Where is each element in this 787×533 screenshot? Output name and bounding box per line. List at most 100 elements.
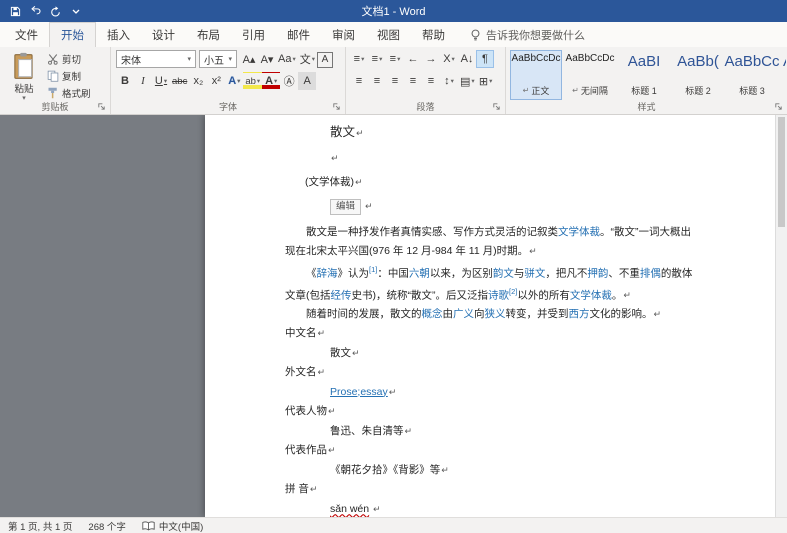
align-center-button[interactable]: ≡ bbox=[368, 72, 386, 90]
borders-button[interactable]: ⊞ bbox=[477, 72, 495, 90]
doc-link[interactable]: 韵文 bbox=[493, 267, 514, 279]
tab-design[interactable]: 设计 bbox=[141, 22, 186, 47]
scrollbar-thumb[interactable] bbox=[778, 117, 785, 227]
style-preview: AaBbCcDc bbox=[512, 53, 561, 65]
undo-button[interactable] bbox=[26, 3, 45, 20]
doc-link[interactable]: 文学体裁 bbox=[570, 289, 612, 301]
doc-line: 鲁迅、朱自清等↵ bbox=[285, 422, 695, 442]
doc-link[interactable]: 经传 bbox=[331, 289, 352, 301]
doc-text: 以外的所有 bbox=[517, 289, 570, 301]
ribbon: 粘贴 剪切复制格式刷 剪贴板 宋体 小五 A▴A▾Aa文A BIUabcx₂x²… bbox=[0, 47, 787, 115]
clipboard-dialog-launcher[interactable] bbox=[97, 102, 107, 112]
tab-insert[interactable]: 插入 bbox=[96, 22, 141, 47]
tab-references[interactable]: 引用 bbox=[231, 22, 276, 47]
repeat-button[interactable] bbox=[46, 3, 65, 20]
bold-button[interactable]: B bbox=[116, 72, 134, 90]
multilevel-list-button[interactable]: ≡ bbox=[386, 50, 404, 68]
tab-home[interactable]: 开始 bbox=[49, 22, 96, 47]
doc-link[interactable]: 排偶 bbox=[640, 267, 661, 279]
bullets-button[interactable]: ≡ bbox=[350, 50, 368, 68]
paragraph-dialog-launcher[interactable] bbox=[492, 102, 502, 112]
style-normal[interactable]: AaBbCcDc↵正文 bbox=[510, 50, 562, 100]
cut-button[interactable]: 剪切 bbox=[47, 51, 91, 66]
tab-view[interactable]: 视图 bbox=[366, 22, 411, 47]
doc-line: 随着时间的发展，散文的概念由广义向狭义转变，并受到西方文化的影响。↵ bbox=[285, 305, 695, 324]
font-name-combobox[interactable]: 宋体 bbox=[116, 50, 196, 68]
edit-button[interactable]: 编辑 bbox=[330, 199, 361, 215]
doc-link[interactable]: 狭义 bbox=[485, 308, 506, 320]
doc-link[interactable]: Prose;essay bbox=[330, 386, 388, 398]
phonetic-guide-button[interactable]: 文 bbox=[298, 50, 317, 68]
change-case-button[interactable]: Aa bbox=[276, 50, 298, 68]
doc-link[interactable]: 骈文 bbox=[524, 267, 545, 279]
style-heading2[interactable]: AaBb(标题 2 bbox=[672, 50, 724, 100]
shading-button[interactable]: ▤ bbox=[458, 72, 477, 90]
pilcrow-mark: ↵ bbox=[653, 309, 662, 319]
save-button[interactable] bbox=[6, 3, 25, 20]
word-count[interactable]: 268 个字 bbox=[88, 519, 126, 533]
line-spacing-button[interactable]: ↕ bbox=[440, 72, 458, 90]
clipboard-icon bbox=[13, 52, 35, 80]
show-marks-button[interactable]: ¶ bbox=[476, 50, 494, 68]
font-dialog-launcher[interactable] bbox=[332, 102, 342, 112]
paste-button[interactable]: 粘贴 bbox=[5, 50, 43, 103]
tell-me-box[interactable]: 告诉我你想要做什么 bbox=[470, 22, 585, 47]
superscript-button[interactable]: x² bbox=[207, 72, 225, 90]
sort-button[interactable]: A↓ bbox=[458, 50, 476, 68]
doc-link[interactable]: 六朝 bbox=[409, 267, 430, 279]
copy-button-label: 复制 bbox=[62, 69, 81, 83]
increase-indent-button[interactable]: → bbox=[422, 50, 440, 68]
align-left-button[interactable]: ≡ bbox=[350, 72, 368, 90]
style-heading3[interactable]: AaBbCc标题 3 bbox=[726, 50, 778, 100]
style-preview: AaBb( bbox=[677, 53, 719, 70]
doc-link[interactable]: 西方 bbox=[569, 308, 590, 320]
document-page[interactable]: 散文↵↵(文学体裁)↵编辑↵散文是一种抒发作者真情实感、写作方式灵活的记叙类文学… bbox=[205, 115, 775, 517]
vertical-scrollbar[interactable] bbox=[775, 115, 787, 517]
subscript-button[interactable]: x₂ bbox=[189, 72, 207, 90]
asian-layout-button[interactable]: X bbox=[440, 50, 458, 68]
tab-review[interactable]: 审阅 bbox=[321, 22, 366, 47]
justify-button[interactable]: ≡ bbox=[404, 72, 422, 90]
tab-file[interactable]: 文件 bbox=[4, 22, 49, 47]
qat-customize-button[interactable] bbox=[66, 3, 85, 20]
style-partial[interactable]: A bbox=[780, 50, 786, 100]
underline-button[interactable]: U bbox=[152, 72, 170, 90]
align-right-button[interactable]: ≡ bbox=[386, 72, 404, 90]
style-no-spacing[interactable]: AaBbCcDc↵无间隔 bbox=[564, 50, 616, 100]
language-indicator[interactable]: 中文(中国) bbox=[142, 519, 203, 533]
text-effects-button[interactable]: A bbox=[225, 72, 243, 90]
distribute-button[interactable]: ≡ bbox=[422, 72, 440, 90]
decrease-indent-button[interactable]: ← bbox=[404, 50, 422, 68]
undo-icon bbox=[30, 6, 42, 16]
grow-font-button[interactable]: A▴ bbox=[240, 50, 258, 68]
character-border-button[interactable]: A bbox=[317, 52, 333, 68]
tab-help[interactable]: 帮助 bbox=[411, 22, 456, 47]
strikethrough-button[interactable]: abc bbox=[170, 72, 189, 90]
numbering-button[interactable]: ≡ bbox=[368, 50, 386, 68]
doc-link[interactable]: 文学体裁 bbox=[558, 226, 600, 238]
doc-link[interactable]: 诗歌 bbox=[488, 289, 509, 301]
doc-text: 中文名 bbox=[285, 327, 317, 339]
format-painter-button[interactable]: 格式刷 bbox=[47, 85, 91, 100]
tab-layout[interactable]: 布局 bbox=[186, 22, 231, 47]
font-size-combobox[interactable]: 小五 bbox=[199, 50, 237, 68]
text-highlight-button[interactable]: ab bbox=[243, 72, 262, 90]
tab-mailings[interactable]: 邮件 bbox=[276, 22, 321, 47]
style-label: ↵无间隔 bbox=[572, 84, 608, 97]
doc-line: 散文↵ bbox=[285, 344, 695, 364]
styles-dialog-launcher[interactable] bbox=[774, 102, 784, 112]
doc-link[interactable]: 概念 bbox=[422, 308, 443, 320]
enclose-character-button[interactable]: Ⓐ bbox=[280, 72, 298, 90]
doc-link[interactable]: 辞海 bbox=[317, 267, 338, 279]
page-indicator[interactable]: 第 1 页, 共 1 页 bbox=[8, 519, 72, 533]
doc-link[interactable]: 押韵 bbox=[587, 267, 608, 279]
italic-button[interactable]: I bbox=[134, 72, 152, 90]
doc-link[interactable]: 广义 bbox=[453, 308, 474, 320]
pilcrow-mark: ↵ bbox=[327, 445, 336, 455]
style-heading1[interactable]: AaBI标题 1 bbox=[618, 50, 670, 100]
shrink-font-button[interactable]: A▾ bbox=[258, 50, 276, 68]
copy-button[interactable]: 复制 bbox=[47, 68, 91, 83]
lightbulb-icon bbox=[470, 29, 481, 41]
font-color-button[interactable]: A bbox=[262, 72, 280, 90]
character-shading-button[interactable]: A bbox=[298, 72, 316, 90]
